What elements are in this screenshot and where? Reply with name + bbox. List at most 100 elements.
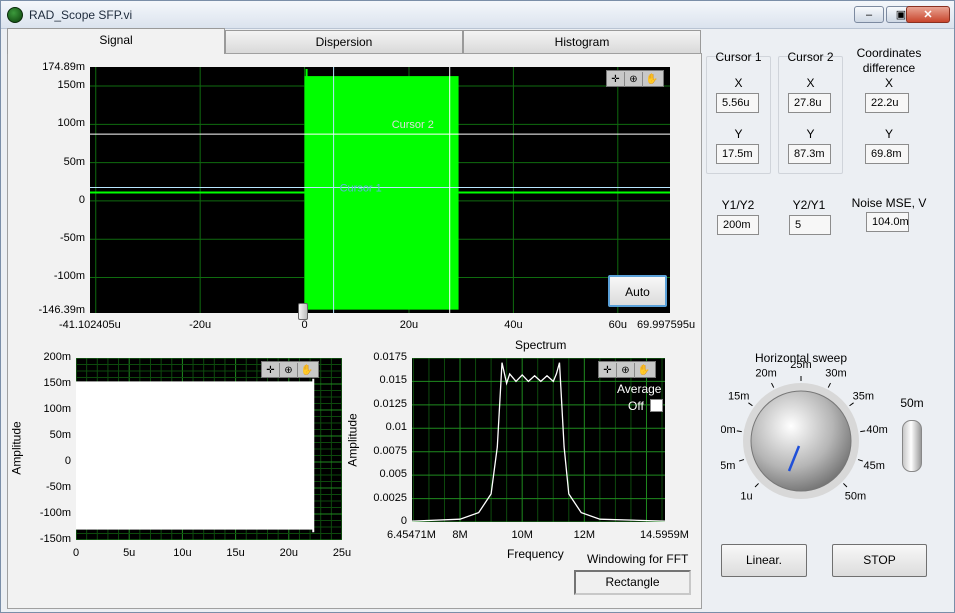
knob-tick-label: 20m [755, 367, 776, 379]
tab-label: Dispersion [315, 35, 373, 49]
crosshair-icon[interactable]: ✛ [607, 72, 625, 87]
difference-x-label: X [884, 76, 893, 90]
amplitude-x-tick-label: 5u [123, 547, 136, 559]
signal-y-tick-label: 100m [57, 117, 85, 130]
knob-tick [860, 430, 866, 433]
knob-tick [739, 459, 745, 462]
tab-label: Signal [99, 33, 133, 47]
linear-label: Linear. [745, 553, 783, 567]
knob-tick [849, 402, 854, 407]
sweep-mode-toggle[interactable] [902, 420, 922, 472]
pan-hand-icon[interactable]: ✋ [635, 363, 653, 378]
cursor1-x-label: X [734, 76, 743, 90]
signal-x-tick-label: -20u [189, 319, 212, 331]
amplitude-y-tick-label: 100m [43, 403, 71, 415]
signal-graph[interactable]: Cursor 1 Cursor 2 [90, 67, 670, 313]
signal-x-tick-label: 0 [301, 319, 308, 331]
difference-title-line1: Coordinates [856, 46, 922, 60]
tab-dispersion[interactable]: Dispersion [225, 30, 463, 54]
spectrum-y-tick-label: 0.0175 [373, 351, 407, 363]
auto-scale-button[interactable]: Auto [608, 275, 667, 307]
cursor1-label: Cursor 1 [340, 183, 382, 195]
spectrum-y-tick-label: 0.0075 [373, 444, 407, 457]
minimize-icon: ‒ [865, 9, 873, 21]
amplitude-y-tick-label: 200m [43, 351, 71, 363]
zoom-icon[interactable]: ⊕ [280, 363, 298, 378]
knob-body [750, 390, 852, 492]
signal-x-min-label: -41.102405u [59, 319, 121, 331]
amplitude-graph[interactable] [76, 358, 342, 540]
tab-signal[interactable]: Signal [7, 28, 225, 54]
knob-tick [843, 483, 848, 488]
average-state-label: Off [628, 399, 644, 413]
y2y1-label: Y2/Y1 [792, 198, 826, 212]
cursor1-title: Cursor 1 [715, 50, 762, 64]
knob-tick-label: 40m [866, 424, 887, 436]
spectrum-x-min-label: 6.45471M [387, 529, 436, 541]
x-scroll-slider-handle[interactable] [298, 303, 308, 320]
crosshair-icon[interactable]: ✛ [599, 363, 617, 378]
amplitude-x-tick-label: 10u [173, 547, 192, 559]
graph-palette[interactable]: ✛ ⊕ ✋ [598, 361, 656, 378]
windowing-value: Rectangle [605, 575, 660, 589]
average-label: Average [617, 382, 662, 396]
labview-app-icon [7, 7, 23, 23]
knob-tick-label: 15m [728, 391, 749, 403]
linear-button[interactable]: Linear. [721, 544, 807, 577]
spectrum-y-tick-label: 0.005 [379, 468, 407, 481]
difference-y-value: 69.8m [865, 144, 909, 164]
window-title: RAD_Scope SFP.vi [29, 8, 133, 22]
signal-x-tick-label: 20u [399, 319, 419, 331]
amplitude-y-tick-label: 0 [64, 455, 71, 467]
y1y2-value: 200m [717, 215, 759, 235]
signal-y-tick-label: 150m [57, 79, 85, 92]
signal-y-min-label: -146.39m [38, 304, 85, 316]
knob-tick-label: 1u [740, 490, 752, 502]
tab-histogram[interactable]: Histogram [463, 30, 701, 54]
zoom-icon[interactable]: ⊕ [617, 363, 635, 378]
pan-hand-icon[interactable]: ✋ [298, 363, 316, 378]
tab-label: Histogram [554, 35, 610, 49]
cursor2-y-label: Y [806, 127, 815, 141]
amplitude-y-tick-label: -100m [39, 507, 71, 519]
spectrum-x-tick-label: 8M [452, 529, 468, 541]
crosshair-icon[interactable]: ✛ [262, 363, 280, 378]
knob-tick-label: 35m [853, 391, 874, 403]
cursor2-y-value: 87.3m [788, 144, 831, 164]
app-window: RAD_Scope SFP.vi ‒ ▣ ✕ Signal Dispersion… [0, 0, 955, 613]
graph-palette[interactable]: ✛ ⊕ ✋ [606, 70, 664, 87]
difference-y-label: Y [884, 127, 893, 141]
amplitude-fill [76, 381, 314, 530]
close-icon: ✕ [923, 9, 933, 21]
y2y1-value: 5 [789, 215, 831, 235]
signal-y-tick-label: 0 [78, 193, 85, 206]
cursor1-y-value: 17.5m [716, 144, 759, 164]
spectrum-x-max-label: 14.5959M [640, 529, 689, 541]
stop-label: STOP [863, 553, 896, 567]
windowing-select[interactable]: Rectangle [574, 570, 691, 595]
knob-tick-label: 5m [721, 460, 735, 472]
spectrum-y-tick-label: 0.0025 [373, 491, 407, 504]
horizontal-sweep-knob[interactable]: 1u 5m 10m 15m 20m 25m 30m 35m 40m 45m 50m [721, 361, 901, 531]
spectrum-x-tick-label: 10M [511, 529, 533, 541]
graph-palette[interactable]: ✛ ⊕ ✋ [261, 361, 319, 378]
signal-y-max-label: 174.89m [42, 61, 85, 73]
noise-mse-label: Noise MSE, V [851, 196, 927, 210]
amplitude-y-tick-label: 150m [43, 377, 71, 389]
cursor2-label: Cursor 2 [392, 119, 434, 131]
spectrum-y-tick-label: 0.0125 [373, 397, 407, 410]
close-button[interactable]: ✕ [906, 6, 950, 23]
noise-mse-value: 104.0m [866, 212, 909, 232]
pan-hand-icon[interactable]: ✋ [643, 72, 661, 87]
amplitude-y-tick-label: -150m [39, 533, 71, 545]
minimize-button[interactable]: ‒ [854, 6, 884, 23]
spectrum-y-tick-label: 0 [400, 515, 407, 527]
knob-tick-label: 30m [825, 367, 846, 379]
zoom-icon[interactable]: ⊕ [625, 72, 643, 87]
amplitude-y-tick-label: -50m [45, 481, 71, 493]
average-checkbox[interactable] [650, 399, 663, 412]
amplitude-x-tick-label: 0 [72, 547, 80, 559]
knob-tick-label: 45m [864, 460, 885, 472]
windowing-label: Windowing for FFT [587, 552, 689, 566]
stop-button[interactable]: STOP [832, 544, 927, 577]
